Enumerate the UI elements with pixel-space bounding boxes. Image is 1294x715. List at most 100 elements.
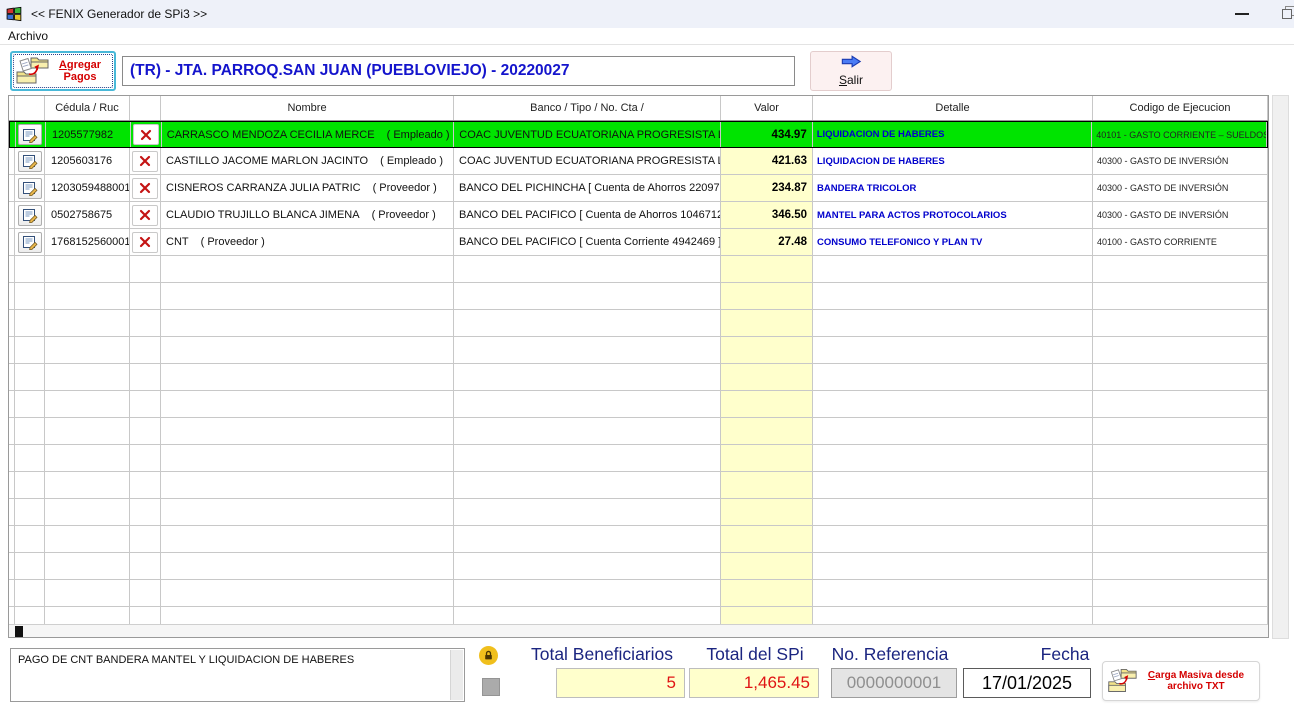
cell-valor: 346.50 — [721, 202, 813, 228]
cell-valor: 234.87 — [721, 175, 813, 201]
table-header-row: Cédula / Ruc Nombre Banco / Tipo / No. C… — [9, 96, 1268, 121]
delete-x-icon — [139, 182, 151, 194]
carga-masiva-button[interactable]: Carga Masiva desde archivo TXT — [1102, 661, 1260, 701]
cell-detalle: LIQUIDACION DE HABERES — [813, 148, 1093, 174]
horizontal-scrollbar[interactable] — [9, 624, 1268, 637]
header-delete — [130, 96, 161, 120]
empty-table-row — [9, 256, 1268, 283]
gray-square-button[interactable] — [482, 678, 500, 696]
empty-table-row — [9, 499, 1268, 526]
horizontal-scrollbar-thumb[interactable] — [15, 626, 23, 637]
cell-nombre: CISNEROS CARRANZA JULIA PATRIC ( Proveed… — [161, 175, 454, 201]
empty-table-row — [9, 580, 1268, 607]
empty-table-row — [9, 364, 1268, 391]
cell-cedula: 1768152560001 — [45, 229, 130, 255]
cell-detalle: MANTEL PARA ACTOS PROTOCOLARIOS — [813, 202, 1093, 228]
edit-row-button[interactable] — [18, 124, 42, 145]
salir-button[interactable]: Salir — [810, 51, 892, 91]
minimize-button[interactable] — [1222, 0, 1262, 28]
titlebar: << FENIX Generador de SPi3 >> — [0, 0, 1294, 28]
delete-x-icon — [139, 209, 151, 221]
table-row[interactable]: 1768152560001 CNT ( Proveedor ) BANCO DE… — [9, 229, 1268, 256]
empty-table-row — [9, 553, 1268, 580]
cell-banco: BANCO DEL PACIFICO [ Cuenta Corriente 49… — [454, 229, 721, 255]
edit-row-button[interactable] — [18, 205, 42, 226]
cell-valor: 434.97 — [721, 122, 813, 147]
cell-nombre: CNT ( Proveedor ) — [161, 229, 454, 255]
cell-cedula: 0502758675 — [45, 202, 130, 228]
header-nombre: Nombre — [161, 96, 454, 120]
table-row[interactable]: 1205603176 CASTILLO JACOME MARLON JACINT… — [9, 148, 1268, 175]
delete-row-button[interactable] — [132, 151, 158, 172]
delete-row-button[interactable] — [132, 178, 158, 199]
payments-table: Cédula / Ruc Nombre Banco / Tipo / No. C… — [8, 95, 1269, 638]
menu-archivo[interactable]: Archivo — [8, 29, 48, 43]
cell-banco: COAC JUVENTUD ECUATORIANA PROGRESISTA LT… — [454, 122, 721, 147]
app-logo-icon — [6, 6, 23, 23]
total-beneficiarios-field: 5 — [556, 668, 685, 698]
lock-button[interactable] — [479, 646, 498, 665]
agregar-pagos-label-line2: Pagos — [49, 71, 111, 83]
referencia-label: No. Referencia — [820, 644, 960, 665]
observation-scrollbar[interactable] — [450, 650, 463, 700]
table-row[interactable]: 0502758675 CLAUDIO TRUJILLO BLANCA JIMEN… — [9, 202, 1268, 229]
cell-detalle: CONSUMO TELEFONICO Y PLAN TV — [813, 229, 1093, 255]
cell-cedula: 1203059488001 — [45, 175, 130, 201]
edit-row-button[interactable] — [18, 232, 42, 253]
referencia-field: 0000000001 — [831, 668, 957, 698]
fecha-field[interactable]: 17/01/2025 — [963, 668, 1091, 698]
cell-valor: 421.63 — [721, 148, 813, 174]
empty-table-row — [9, 310, 1268, 337]
header-valor: Valor — [721, 96, 813, 120]
add-payments-folder-icon — [15, 55, 49, 88]
delete-row-button[interactable] — [133, 124, 159, 145]
cell-codigo: 40100 - GASTO CORRIENTE — [1093, 229, 1268, 255]
empty-table-row — [9, 526, 1268, 553]
agregar-pagos-button[interactable]: Agregar Pagos — [10, 51, 116, 91]
table-row[interactable]: 1203059488001 CISNEROS CARRANZA JULIA PA… — [9, 175, 1268, 202]
delete-x-icon — [140, 129, 152, 141]
empty-table-row — [9, 418, 1268, 445]
header-detalle: Detalle — [813, 96, 1093, 120]
edit-form-icon — [22, 127, 38, 143]
empty-table-row — [9, 445, 1268, 472]
cell-codigo: 40300 - GASTO DE INVERSIÓN — [1093, 148, 1268, 174]
edit-row-button[interactable] — [18, 178, 42, 199]
edit-row-button[interactable] — [18, 151, 42, 172]
empty-table-row — [9, 391, 1268, 418]
cell-detalle: BANDERA TRICOLOR — [813, 175, 1093, 201]
total-beneficiarios-label: Total Beneficiarios — [518, 644, 686, 665]
maximize-button[interactable] — [1276, 0, 1294, 28]
delete-row-button[interactable] — [132, 232, 158, 253]
empty-table-row — [9, 337, 1268, 364]
cell-banco: BANCO DEL PACIFICO [ Cuenta de Ahorros 1… — [454, 202, 721, 228]
lock-icon — [483, 650, 494, 661]
exit-arrow-icon — [840, 55, 862, 71]
cell-codigo: 40300 - GASTO DE INVERSIÓN — [1093, 175, 1268, 201]
total-spi-field: 1,465.45 — [689, 668, 819, 698]
minimize-icon — [1235, 13, 1249, 15]
cell-cedula: 1205577982 — [46, 122, 131, 147]
header-banco: Banco / Tipo / No. Cta / — [454, 96, 721, 120]
cell-nombre: CASTILLO JACOME MARLON JACINTO ( Emplead… — [161, 148, 454, 174]
cell-codigo: 40300 - GASTO DE INVERSIÓN — [1093, 202, 1268, 228]
total-spi-label: Total del SPi — [690, 644, 820, 665]
cell-banco: COAC JUVENTUD ECUATORIANA PROGRESISTA LT… — [454, 148, 721, 174]
carga-masiva-folder-icon — [1107, 666, 1137, 697]
edit-form-icon — [22, 180, 38, 196]
menu-bar: Archivo — [0, 28, 1294, 45]
cell-nombre: CLAUDIO TRUJILLO BLANCA JIMENA ( Proveed… — [161, 202, 454, 228]
cell-nombre: CARRASCO MENDOZA CECILIA MERCE ( Emplead… — [162, 122, 455, 147]
entity-title-field[interactable]: (TR) - JTA. PARROQ.SAN JUAN (PUEBLOVIEJO… — [122, 56, 795, 86]
empty-table-row — [9, 607, 1268, 625]
observation-textarea[interactable]: PAGO DE CNT BANDERA MANTEL Y LIQUIDACION… — [10, 648, 465, 702]
agregar-pagos-label-line1: Agregar — [49, 59, 111, 71]
window-title: << FENIX Generador de SPi3 >> — [31, 7, 207, 21]
entity-title: (TR) - JTA. PARROQ.SAN JUAN (PUEBLOVIEJO… — [130, 62, 570, 80]
vertical-scrollbar[interactable] — [1272, 95, 1289, 639]
header-selector — [15, 96, 45, 120]
empty-table-row — [9, 472, 1268, 499]
cell-detalle: LIQUIDACION DE HABERES — [813, 122, 1093, 147]
table-row[interactable]: 1205577982 CARRASCO MENDOZA CECILIA MERC… — [9, 121, 1268, 148]
delete-row-button[interactable] — [132, 205, 158, 226]
